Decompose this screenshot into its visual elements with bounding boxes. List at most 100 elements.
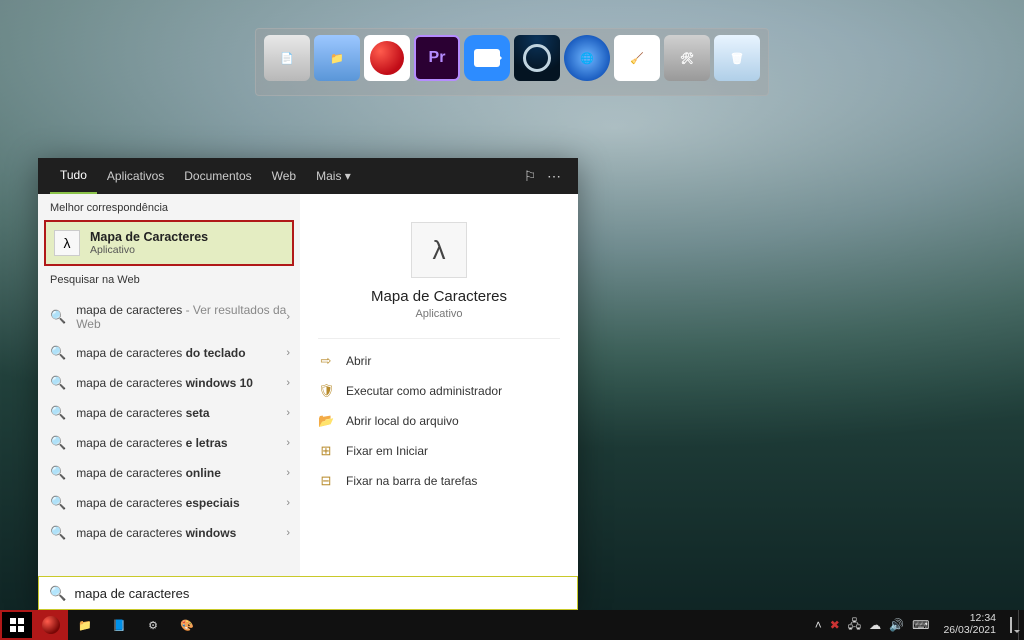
- search-icon: 🔍: [50, 345, 66, 361]
- search-icon: 🔍: [50, 375, 66, 391]
- dock: 📄 📁 Pr 🌐 🧹 🛠 🗑: [255, 28, 769, 96]
- action-pin-taskbar[interactable]: ⊟ Fixar na barra de tarefas: [318, 471, 560, 491]
- chevron-right-icon: ›: [286, 527, 290, 539]
- dock-app-notepad[interactable]: 📄: [264, 35, 310, 81]
- search-panel: Tudo Aplicativos Documentos Web Mais ▾ ⚐…: [38, 158, 578, 610]
- chevron-right-icon: ›: [286, 311, 290, 323]
- search-icon: 🔍: [50, 405, 66, 421]
- dock-app-tools[interactable]: 🛠: [664, 35, 710, 81]
- web-result-6[interactable]: 🔍 mapa de caracteres especiais ›: [38, 488, 300, 518]
- tray-status-icon[interactable]: ✖: [830, 618, 840, 632]
- web-search-header: Pesquisar na Web: [38, 266, 300, 292]
- taskbar-app3[interactable]: 🎨: [170, 619, 204, 632]
- tray-network-icon[interactable]: 🖧: [848, 615, 861, 636]
- charmap-large-icon: λ: [411, 222, 467, 278]
- chevron-right-icon: ›: [286, 377, 290, 389]
- tab-all[interactable]: Tudo: [50, 158, 97, 194]
- tab-apps[interactable]: Aplicativos: [97, 158, 174, 194]
- action-pintask-label: Fixar na barra de tarefas: [346, 474, 477, 488]
- dock-app-zoom[interactable]: [464, 35, 510, 81]
- search-icon: 🔍: [50, 525, 66, 541]
- taskbar: 📁 📘 ⚙ 🎨 ˄ ✖ 🖧 ☁ 🔊 ⌨ 12:34 26/03/2021: [0, 610, 1024, 640]
- tray-lang-icon[interactable]: ⌨: [912, 618, 929, 632]
- overflow-icon[interactable]: ⋯: [542, 168, 566, 185]
- folder-icon: 📂: [318, 413, 334, 429]
- dock-app-recyclebin[interactable]: 🗑: [714, 35, 760, 81]
- search-input[interactable]: [74, 586, 567, 601]
- taskbar-explorer[interactable]: 📁: [68, 619, 102, 632]
- dock-app-earth[interactable]: 🌐: [564, 35, 610, 81]
- search-icon: 🔍: [50, 495, 66, 511]
- action-admin-label: Executar como administrador: [346, 384, 502, 398]
- web-result-7[interactable]: 🔍 mapa de caracteres windows ›: [38, 518, 300, 548]
- web-result-4[interactable]: 🔍 mapa de caracteres e letras ›: [38, 428, 300, 458]
- taskbar-app1[interactable]: 📘: [102, 619, 136, 632]
- tray-cloud-icon[interactable]: ☁: [869, 618, 881, 632]
- web-result-text: mapa de caracteres especiais: [76, 496, 239, 510]
- web-result-5[interactable]: 🔍 mapa de caracteres online ›: [38, 458, 300, 488]
- chevron-right-icon: ›: [286, 497, 290, 509]
- action-pinstart-label: Fixar em Iniciar: [346, 444, 428, 458]
- dock-app-opera[interactable]: [364, 35, 410, 81]
- tray-up-icon[interactable]: ˄: [815, 618, 822, 632]
- hero-title: Mapa de Caracteres: [318, 288, 560, 305]
- dock-app-steam[interactable]: [514, 35, 560, 81]
- results-right-column: λ Mapa de Caracteres Aplicativo ⇨ Abrir 🛡…: [300, 194, 578, 576]
- search-tabs: Tudo Aplicativos Documentos Web Mais ▾ ⚐…: [38, 158, 578, 194]
- dock-app-ccleaner[interactable]: 🧹: [614, 35, 660, 81]
- feedback-icon[interactable]: ⚐: [518, 168, 542, 185]
- clock-date: 26/03/2021: [943, 625, 996, 637]
- tab-more[interactable]: Mais ▾: [306, 158, 361, 194]
- best-match-result[interactable]: λ Mapa de Caracteres Aplicativo: [44, 220, 294, 266]
- action-open-label: Abrir: [346, 354, 371, 368]
- web-result-text: mapa de caracteres e letras: [76, 436, 227, 450]
- admin-icon: 🛡: [318, 383, 334, 399]
- hero-actions: ⇨ Abrir 🛡 Executar como administrador 📂 Abr…: [318, 339, 560, 503]
- tab-docs[interactable]: Documentos: [174, 158, 261, 194]
- taskbar-opera[interactable]: [34, 610, 68, 640]
- web-result-2[interactable]: 🔍mapa de caracteres windows 10›: [38, 368, 300, 398]
- search-icon: 🔍: [50, 435, 66, 451]
- web-result-text: mapa de caracteres seta: [76, 406, 209, 420]
- search-icon: 🔍: [50, 465, 66, 481]
- pin-task-icon: ⊟: [318, 473, 334, 489]
- web-result-text: mapa de caracteres - Ver resultados da W…: [76, 303, 288, 331]
- web-result-text: mapa de caracteres online: [76, 466, 221, 480]
- web-result-1[interactable]: 🔍 mapa de caracteres do teclado ›: [38, 338, 300, 368]
- tray-volume-icon[interactable]: 🔊: [889, 618, 904, 632]
- best-match-header: Melhor correspondência: [38, 194, 300, 220]
- action-loc-label: Abrir local do arquivo: [346, 414, 459, 428]
- charmap-icon: λ: [54, 230, 80, 256]
- open-icon: ⇨: [318, 353, 334, 369]
- taskbar-app2[interactable]: ⚙: [136, 619, 170, 632]
- web-results-list: 🔍 mapa de caracteres - Ver resultados da …: [38, 292, 300, 552]
- search-icon: 🔍: [49, 585, 66, 602]
- hero-subtitle: Aplicativo: [318, 308, 560, 320]
- web-result-text: mapa de caracteres do teclado: [76, 346, 245, 360]
- action-pin-start[interactable]: ⊞ Fixar em Iniciar: [318, 441, 560, 461]
- dock-app-folder[interactable]: 📁: [314, 35, 360, 81]
- start-button[interactable]: [0, 610, 34, 640]
- chevron-right-icon: ›: [286, 467, 290, 479]
- tab-web[interactable]: Web: [262, 158, 306, 194]
- pin-start-icon: ⊞: [318, 443, 334, 459]
- search-bar[interactable]: 🔍: [38, 576, 578, 610]
- action-run-admin[interactable]: 🛡 Executar como administrador: [318, 381, 560, 401]
- results-left-column: Melhor correspondência λ Mapa de Caracte…: [38, 194, 300, 576]
- tab-more-label: Mais: [316, 169, 341, 183]
- result-hero: λ Mapa de Caracteres Aplicativo: [318, 212, 560, 339]
- taskbar-clock[interactable]: 12:34 26/03/2021: [937, 613, 1002, 636]
- chevron-right-icon: ›: [286, 437, 290, 449]
- dock-app-premiere[interactable]: Pr: [414, 35, 460, 81]
- system-tray: ˄ ✖ 🖧 ☁ 🔊 ⌨ 12:34 26/03/2021: [809, 613, 1018, 636]
- web-result-0[interactable]: 🔍 mapa de caracteres - Ver resultados da …: [38, 296, 300, 338]
- action-open-location[interactable]: 📂 Abrir local do arquivo: [318, 411, 560, 431]
- web-result-text: mapa de caracteres windows: [76, 526, 236, 540]
- best-match-title: Mapa de Caracteres: [90, 230, 208, 244]
- chevron-right-icon: ›: [286, 407, 290, 419]
- web-result-3[interactable]: 🔍 mapa de caracteres seta ›: [38, 398, 300, 428]
- action-center-icon[interactable]: [1010, 618, 1012, 632]
- search-icon: 🔍: [50, 309, 66, 325]
- chevron-right-icon: ›: [286, 347, 290, 359]
- action-open[interactable]: ⇨ Abrir: [318, 351, 560, 371]
